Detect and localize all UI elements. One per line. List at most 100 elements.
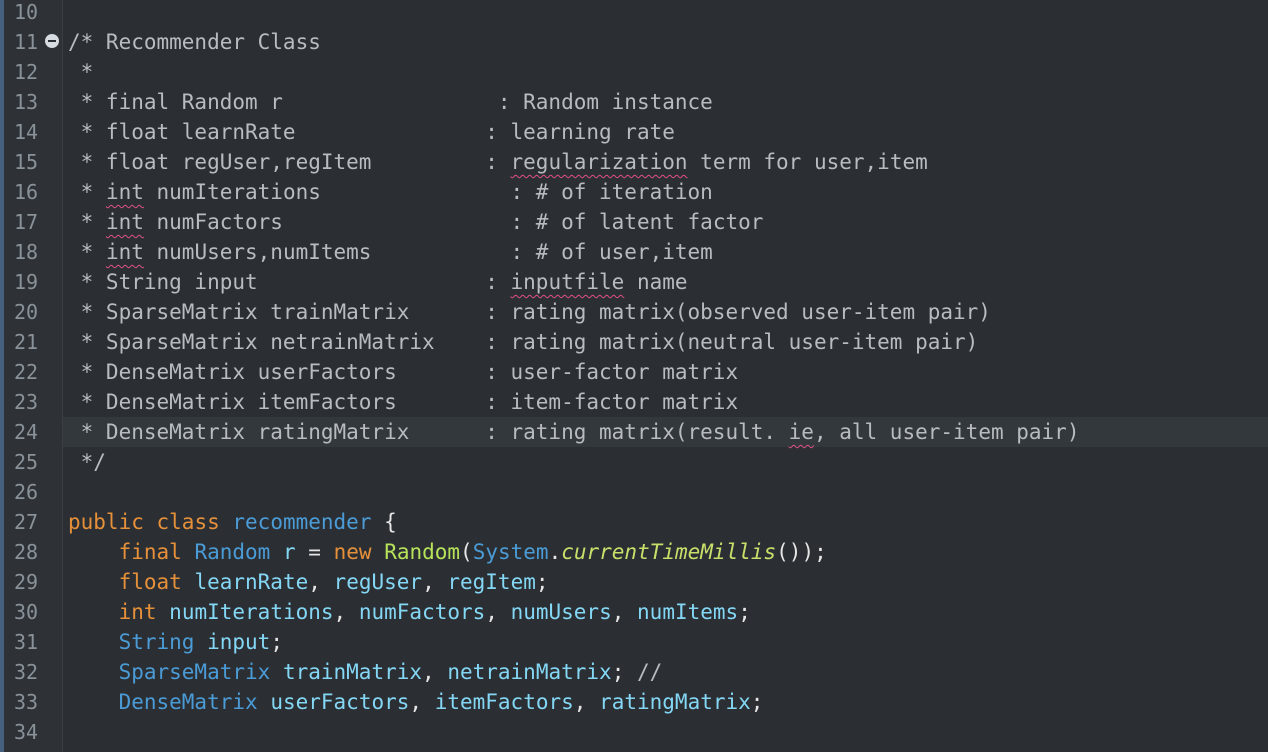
comment-text: term for user,item [687,150,928,174]
punctuation: , [333,600,359,624]
field-name: numUsers [510,600,612,624]
field-name: trainMatrix [282,660,423,684]
method-name: currentTimeMillis [561,540,777,564]
keyword: class [156,510,220,534]
field-name: learnRate [194,570,309,594]
class-name: recommender [232,510,372,534]
line-number: 24 [14,420,39,444]
comment-text: numIterations : # of iteration [143,180,713,204]
type-name: String [118,630,195,654]
field-name: r [282,540,296,564]
line-number: 22 [14,360,39,384]
spellcheck-word: int [105,240,144,264]
field-name: regItem [447,570,536,594]
spellcheck-word: int [105,180,144,204]
line-number: 29 [14,570,39,594]
fold-collapse-icon[interactable] [45,34,59,48]
keyword: public [68,510,144,534]
punctuation: ; [750,690,764,714]
type-name: SparseMatrix [118,660,271,684]
code-line[interactable]: */ [68,447,106,477]
spellcheck-word: ie [788,420,814,444]
code-line[interactable]: * DenseMatrix userFactors : user-factor … [68,357,738,387]
punctuation: , [422,570,448,594]
field-name: numIterations [169,600,334,624]
punctuation: ; [738,600,751,624]
code-line[interactable]: * DenseMatrix ratingMatrix : rating matr… [68,417,1080,447]
punctuation: , [611,600,638,624]
comment-text: * [68,210,106,234]
line-number: 14 [14,120,39,144]
line-number: 11 [14,30,39,54]
code-line[interactable]: * DenseMatrix itemFactors : item-factor … [68,387,738,417]
punctuation: = [308,540,321,564]
punctuation: , [485,600,511,624]
punctuation: , [409,690,435,714]
code-editor[interactable]: 10 11 12 13 14 15 16 17 18 19 20 21 22 2… [0,0,1268,752]
line-number: 27 [14,510,39,534]
code-line[interactable]: * float regUser,regItem : regularization… [68,147,928,177]
line-number: 13 [14,90,39,114]
keyword: int [118,600,157,624]
constructor-name: Random [384,540,461,564]
code-line[interactable]: * int numIterations : # of iteration [68,177,713,207]
comment-text: , all user-item pair) [813,420,1080,444]
line-number: 16 [14,180,39,204]
type-name: Random [194,540,271,564]
field-name: ratingMatrix [599,690,751,714]
line-number: 10 [14,0,39,24]
comment-text: name [624,270,688,294]
code-line[interactable]: * int numFactors : # of latent factor [68,207,764,237]
code-line[interactable]: * [68,57,94,87]
line-number: 15 [14,150,39,174]
line-number: 19 [14,270,39,294]
code-line[interactable]: SparseMatrix trainMatrix, netrainMatrix;… [68,657,663,687]
line-number: 26 [14,480,39,504]
code-line[interactable]: * int numUsers,numItems : # of user,item [68,237,713,267]
code-line[interactable]: DenseMatrix userFactors, itemFactors, ra… [68,687,764,717]
spellcheck-word: int [105,210,144,234]
line-number: 30 [14,600,39,624]
line-number: 25 [14,450,39,474]
punctuation: , [422,660,448,684]
change-marker-strip [0,0,4,752]
code-line[interactable]: * float learnRate : learning rate [68,117,675,147]
line-number: 33 [14,690,39,714]
comment-text: numFactors : # of latent factor [143,210,764,234]
comment-text: * [68,180,106,204]
comment-text: * DenseMatrix ratingMatrix : rating matr… [68,420,789,444]
comment-text: * [68,240,106,264]
spellcheck-word: regularization [510,150,688,174]
code-line[interactable]: int numIterations, numFactors, numUsers,… [68,597,751,627]
keyword: new [333,540,372,564]
code-line[interactable]: * SparseMatrix trainMatrix : rating matr… [68,297,991,327]
line-number: 31 [14,630,39,654]
code-line[interactable]: * SparseMatrix netrainMatrix : rating ma… [68,327,979,357]
punctuation: , [573,690,600,714]
line-comment: // [637,660,663,684]
code-line[interactable]: * final Random r : Random instance [68,87,713,117]
keyword: final [118,540,182,564]
code-line[interactable]: float learnRate, regUser, regItem; [68,567,549,597]
code-line[interactable]: /* Recommender Class [68,27,321,57]
punctuation: { [384,510,397,534]
line-number: 32 [14,660,39,684]
comment-text: * String input : [68,270,511,294]
field-name: netrainMatrix [447,660,612,684]
type-name: DenseMatrix [118,690,258,714]
line-number: 18 [14,240,39,264]
line-number: 20 [14,300,39,324]
code-line[interactable]: String input; [68,627,283,657]
field-name: regUser [333,570,423,594]
code-line[interactable]: public class recommender { [68,507,397,537]
code-line[interactable]: final Random r = new Random(System.curre… [68,537,827,567]
punctuation: . [548,540,562,564]
punctuation: ( [460,540,473,564]
field-name: numItems [637,600,739,624]
line-number: 28 [14,540,39,564]
punctuation: , [308,570,334,594]
line-number: 17 [14,210,39,234]
field-name: itemFactors [434,690,574,714]
code-line[interactable]: * String input : inputfile name [68,267,688,297]
keyword: float [118,570,182,594]
